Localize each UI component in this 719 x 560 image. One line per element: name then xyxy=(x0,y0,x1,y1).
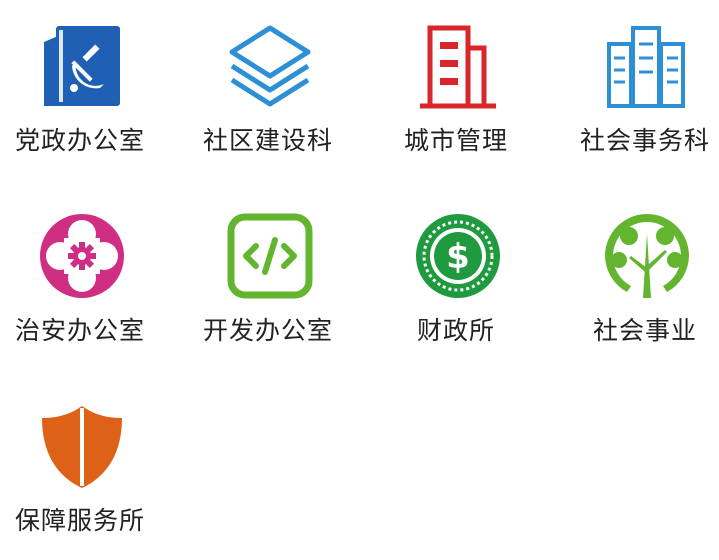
dollar-coin-icon: $ xyxy=(414,212,502,300)
tile-security-services[interactable]: 保障服务所 xyxy=(0,380,160,560)
tile-community-construction[interactable]: 社区建设科 xyxy=(188,0,348,180)
skyscrapers-icon xyxy=(603,22,691,110)
tile-label: 治安办公室 xyxy=(14,316,145,345)
svg-text:$: $ xyxy=(446,237,470,277)
security-cross-gear-icon xyxy=(38,212,126,300)
building-icon xyxy=(414,22,502,110)
tile-social-undertakings[interactable]: 社会事业 xyxy=(565,190,719,370)
tile-label: 社区建设科 xyxy=(202,126,333,155)
tile-public-security-office[interactable]: 治安办公室 xyxy=(0,190,160,370)
tile-label: 保障服务所 xyxy=(14,506,145,535)
stacked-layers-icon xyxy=(226,22,314,110)
department-grid: 党政办公室 社区建设科 城市管理 社会事务科 治安办公室 开发办公室 $ 财政所… xyxy=(0,0,719,555)
tile-label: 社会事业 xyxy=(592,316,697,345)
tile-label: 城市管理 xyxy=(403,126,508,155)
tile-party-office[interactable]: 党政办公室 xyxy=(0,0,160,180)
tile-urban-management[interactable]: 城市管理 xyxy=(376,0,536,180)
shield-icon xyxy=(38,402,126,490)
tile-development-office[interactable]: 开发办公室 xyxy=(188,190,348,370)
tile-social-affairs[interactable]: 社会事务科 xyxy=(565,0,719,180)
party-book-icon xyxy=(38,22,126,110)
tile-label: 财政所 xyxy=(416,316,495,345)
tile-label: 社会事务科 xyxy=(579,126,710,155)
code-icon xyxy=(226,212,314,300)
tree-icon xyxy=(603,212,691,300)
tile-finance-office[interactable]: $ 财政所 xyxy=(376,190,536,370)
tile-label: 开发办公室 xyxy=(202,316,333,345)
tile-label: 党政办公室 xyxy=(14,126,145,155)
